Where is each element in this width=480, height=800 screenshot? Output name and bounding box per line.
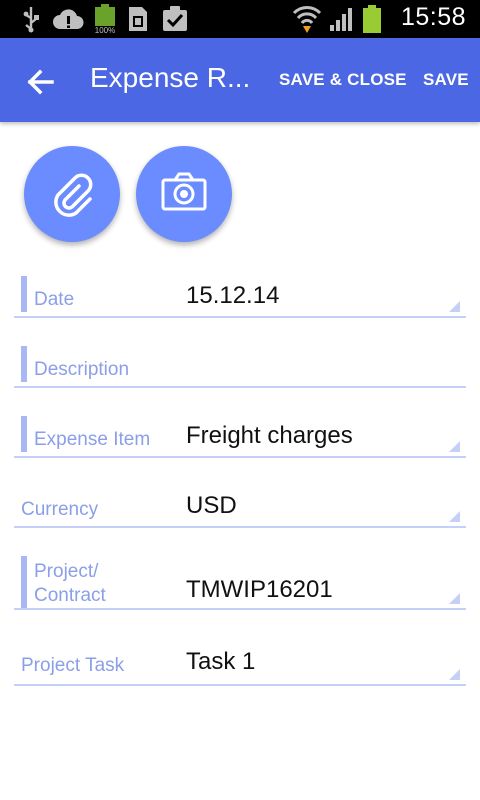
project-label-line1: Project/ xyxy=(34,561,99,582)
project-label-line2: Contract xyxy=(34,585,106,606)
description-field[interactable]: Description xyxy=(14,344,466,388)
sim-card-icon xyxy=(126,4,150,34)
battery-charging-icon xyxy=(360,4,384,34)
dropdown-triangle-icon xyxy=(449,669,460,680)
project-contract-field[interactable]: Project/ Contract TMWIP16201 xyxy=(14,554,466,610)
dropdown-triangle-icon xyxy=(449,301,460,312)
camera-button[interactable] xyxy=(136,146,232,242)
required-marker xyxy=(21,556,27,608)
project-task-value: Task 1 xyxy=(186,648,256,675)
status-time: 15:58 xyxy=(400,3,466,31)
description-label: Description xyxy=(34,359,130,380)
date-label: Date xyxy=(34,289,75,310)
task-check-icon xyxy=(160,4,190,34)
back-arrow-icon[interactable] xyxy=(20,60,64,104)
dropdown-triangle-icon xyxy=(449,593,460,604)
project-value: TMWIP16201 xyxy=(186,576,333,603)
required-marker xyxy=(21,346,27,382)
paperclip-icon xyxy=(46,166,98,223)
page-title: Expense R... xyxy=(90,62,251,93)
expense-item-value: Freight charges xyxy=(186,422,353,449)
currency-value: USD xyxy=(186,492,237,519)
date-value: 15.12.14 xyxy=(186,282,280,309)
currency-label: Currency xyxy=(21,499,99,520)
project-task-label: Project Task xyxy=(21,655,125,676)
project-task-field[interactable]: Project Task Task 1 xyxy=(14,640,466,686)
signal-icon xyxy=(328,4,356,34)
status-bar: 100% 15:58 xyxy=(0,0,480,38)
camera-icon xyxy=(160,172,208,217)
date-field[interactable]: Date 15.12.14 xyxy=(14,274,466,318)
app-bar: Expense R... SAVE & CLOSE SAVE xyxy=(0,38,480,122)
save-button[interactable]: SAVE xyxy=(423,70,469,90)
required-marker xyxy=(21,276,27,312)
battery-full-icon: 100% xyxy=(92,4,118,34)
attach-button[interactable] xyxy=(24,146,120,242)
expense-item-field[interactable]: Expense Item Freight charges xyxy=(14,414,466,458)
expense-item-label: Expense Item xyxy=(34,429,151,450)
dropdown-triangle-icon xyxy=(449,441,460,452)
battery-badge: 100% xyxy=(95,26,115,34)
usb-icon xyxy=(20,4,42,34)
dropdown-triangle-icon xyxy=(449,511,460,522)
cloud-alert-icon xyxy=(52,4,84,34)
required-marker xyxy=(21,416,27,452)
currency-field[interactable]: Currency USD xyxy=(14,484,466,528)
wifi-icon xyxy=(292,4,322,34)
save-and-close-button[interactable]: SAVE & CLOSE xyxy=(279,70,407,90)
